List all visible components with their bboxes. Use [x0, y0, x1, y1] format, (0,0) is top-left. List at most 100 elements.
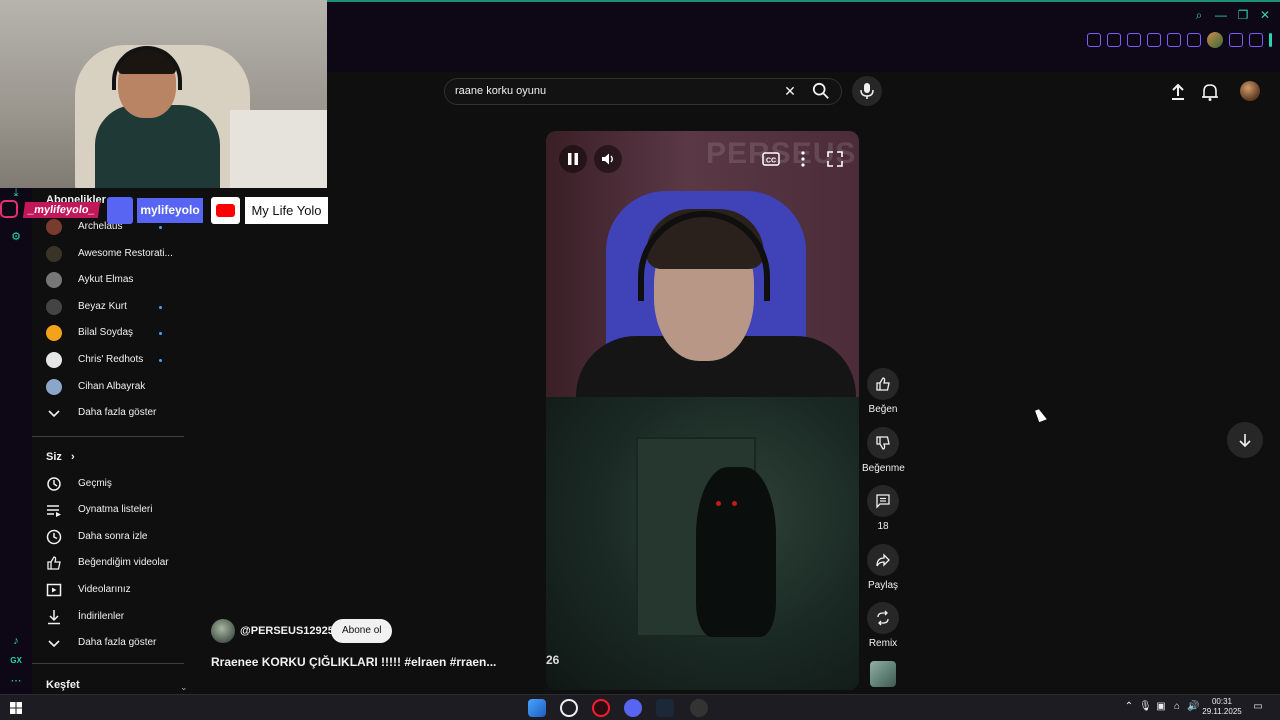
streamer-webcam: [0, 0, 327, 188]
extensions-icon[interactable]: [1187, 33, 1201, 47]
channel-avatar[interactable]: [211, 619, 235, 643]
divider: [32, 663, 184, 664]
video-facecam: PERSEUS: [546, 131, 859, 406]
download-icon[interactable]: ⤓: [9, 186, 23, 200]
upload-icon[interactable]: [1168, 82, 1188, 102]
taskbar-app-steam[interactable]: [656, 699, 674, 717]
shield-icon[interactable]: [1127, 33, 1141, 47]
show-more-button[interactable]: Daha fazla göster: [32, 630, 184, 656]
like-button[interactable]: Beğen: [862, 368, 904, 415]
music-icon[interactable]: ♪: [9, 634, 23, 648]
remix-label: Remix: [868, 638, 898, 649]
chevron-down-icon[interactable]: ⌄: [180, 682, 188, 693]
profile-avatar-icon[interactable]: [1207, 32, 1223, 48]
mouse-cursor: [1035, 407, 1047, 423]
volume-button[interactable]: [594, 145, 622, 173]
snapshot-icon[interactable]: [1107, 33, 1121, 47]
instagram-icon: [0, 200, 18, 218]
subscription-item[interactable]: Beyaz Kurt: [32, 294, 184, 320]
voice-search-button[interactable]: [852, 76, 882, 106]
dislike-button[interactable]: Beğenme: [862, 427, 905, 474]
network-icon[interactable]: ⌂: [1171, 701, 1183, 713]
show-more-button[interactable]: Daha fazla göster: [32, 400, 184, 426]
subscription-item[interactable]: Bilal Soydaş: [32, 320, 184, 346]
extensions-bar: [1087, 32, 1272, 48]
window-controls: ⌕ — ❐ ✕: [1192, 8, 1272, 22]
bookmark-icon[interactable]: [1087, 33, 1101, 47]
divider: [32, 436, 184, 437]
microphone-icon[interactable]: 🎙: [1139, 701, 1152, 713]
speaker-icon[interactable]: 🔊: [1187, 701, 1199, 713]
taskbar-app-obs[interactable]: [560, 699, 578, 717]
sidebar-item-label: Geçmiş: [78, 478, 112, 489]
comments-button[interactable]: 18: [862, 485, 904, 532]
restore-icon[interactable]: ❐: [1236, 8, 1250, 22]
share-button[interactable]: Paylaş: [862, 544, 904, 591]
clear-search-icon[interactable]: ✕: [782, 83, 798, 99]
you-heading[interactable]: Siz ›: [46, 451, 75, 463]
gx-label[interactable]: GX: [9, 654, 23, 668]
minimize-icon[interactable]: —: [1214, 8, 1228, 22]
pause-button[interactable]: [559, 145, 587, 173]
sidebar-item-your-videos[interactable]: Videolarınız: [32, 577, 184, 603]
pause-icon: [568, 153, 578, 165]
sidebar-item-playlists[interactable]: Oynatma listeleri: [32, 497, 184, 523]
subscription-label: Cihan Albayrak: [78, 381, 146, 392]
subscribe-button[interactable]: Abone ol: [331, 619, 393, 643]
search-icon[interactable]: [812, 82, 830, 100]
sidebar-item-watch-later[interactable]: Daha sonra izle: [32, 524, 184, 550]
notification-icon[interactable]: ▭: [1252, 701, 1264, 713]
sidebar-toggle-icon[interactable]: [1269, 33, 1272, 47]
remix-button[interactable]: Remix: [862, 602, 904, 649]
more-icon[interactable]: ⋯: [9, 674, 23, 688]
webcam-background: [230, 110, 327, 188]
taskbar-app-discord[interactable]: [624, 699, 642, 717]
start-icon[interactable]: [10, 702, 22, 714]
youtube-sidebar: Abonelikler Archelaus Awesome Restorati.…: [32, 186, 188, 694]
short-title[interactable]: Rraenee KORKU ÇIĞLIKLARI !!!!! #elraen #…: [211, 655, 496, 669]
sidebar-item-downloads[interactable]: İndirilenler: [32, 604, 184, 630]
sidebar-item-liked-videos[interactable]: Beğendiğim videolar: [32, 550, 184, 576]
subscription-item[interactable]: Chris' Redhots: [32, 347, 184, 373]
next-short-button[interactable]: [1227, 422, 1263, 458]
downloads-icon[interactable]: [1229, 33, 1243, 47]
heart-icon[interactable]: [1167, 33, 1181, 47]
channel-name[interactable]: @PERSEUS12925: [240, 625, 334, 637]
sound-thumbnail[interactable]: [870, 661, 896, 687]
new-content-dot: [159, 226, 162, 229]
close-icon[interactable]: ✕: [1258, 8, 1272, 22]
taskbar-app-other[interactable]: [690, 699, 708, 717]
game-monster: [696, 467, 776, 637]
share-icon: [876, 553, 890, 567]
channel-avatar: [46, 379, 62, 395]
new-content-dot: [159, 332, 162, 335]
history-icon: [47, 477, 61, 491]
tray-expand-icon[interactable]: ⌃: [1123, 701, 1135, 713]
sidebar-item-label: Videolarınız: [78, 584, 131, 595]
subscription-label: Beyaz Kurt: [78, 301, 127, 312]
sidebar-item-history[interactable]: Geçmiş: [32, 471, 184, 497]
fullscreen-icon[interactable]: [825, 149, 845, 169]
subscription-item[interactable]: Awesome Restorati...: [32, 241, 184, 267]
taskbar-app-opera-gx[interactable]: [592, 699, 610, 717]
play-icon[interactable]: [1147, 33, 1161, 47]
shorts-player[interactable]: PERSEUS CC 26: [546, 131, 859, 690]
share-button-circle: [867, 544, 899, 576]
chevron-down-icon: [48, 640, 60, 648]
account-avatar[interactable]: [1240, 81, 1260, 101]
youtube-channel-name: My Life Yolo: [245, 197, 328, 224]
system-clock[interactable]: 00:31 29.11.2025: [1200, 697, 1244, 717]
comment-icon: [876, 494, 890, 509]
settings-icon[interactable]: ⚙: [9, 230, 23, 244]
notifications-icon[interactable]: [1200, 82, 1220, 102]
more-options-icon[interactable]: [793, 149, 813, 169]
subscription-item[interactable]: Cihan Albayrak: [32, 374, 184, 400]
remix-button-circle: [867, 602, 899, 634]
captions-icon[interactable]: CC: [761, 149, 781, 169]
menu-icon[interactable]: [1249, 33, 1263, 47]
capture-icon[interactable]: ▣: [1155, 701, 1167, 713]
monster-eye: [732, 501, 737, 506]
subscription-item[interactable]: Aykut Elmas: [32, 267, 184, 293]
taskbar-app-launcher[interactable]: [528, 699, 546, 717]
search-icon[interactable]: ⌕: [1192, 8, 1206, 22]
